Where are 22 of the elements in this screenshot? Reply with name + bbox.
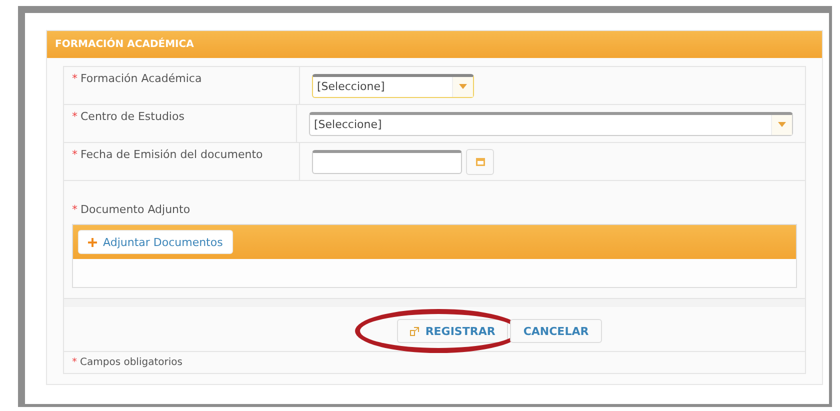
dropdown-field[interactable]: [Seleccione] — [312, 74, 474, 98]
footnote-text: Campos obligatorios — [80, 357, 182, 368]
panel-title: FORMACIÓN ACADÉMICA — [55, 39, 194, 50]
plus-icon — [88, 238, 97, 246]
action-button[interactable]: REGISTRAR — [397, 319, 508, 343]
caret-icon — [459, 84, 467, 89]
required-mark: * — [72, 203, 78, 216]
required-mark: * — [72, 357, 77, 368]
calendar-button[interactable] — [466, 148, 494, 174]
calendar-icon — [476, 158, 484, 166]
caret-icon — [778, 122, 786, 127]
field-label: Documento Adjunto — [80, 203, 190, 216]
field-label: Fecha de Emisión del documento — [80, 148, 263, 161]
required-mark: * — [72, 72, 78, 85]
field-label: Centro de Estudios — [80, 110, 184, 123]
field-label: Formación Académica — [80, 72, 202, 85]
required-mark: * — [72, 110, 78, 123]
action-button[interactable]: CANCELAR — [510, 319, 602, 343]
attach-documents-button[interactable]: Adjuntar Documentos — [78, 230, 233, 254]
required-mark: * — [72, 148, 78, 161]
date-field[interactable] — [312, 150, 462, 174]
dropdown-field[interactable]: [Seleccione] — [309, 112, 793, 136]
